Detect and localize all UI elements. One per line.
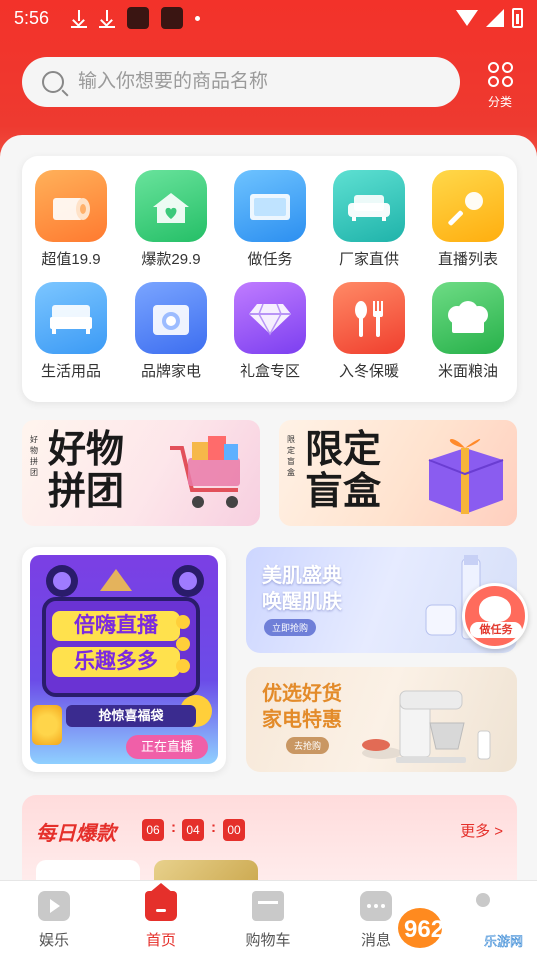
blind-box-line1: 限定 bbox=[305, 427, 382, 471]
coin-stack-icon bbox=[32, 705, 62, 745]
nav-item-entertainment[interactable]: 娱乐 bbox=[19, 891, 89, 950]
nav-label: 购物车 bbox=[245, 932, 291, 949]
task-label: 做任务 bbox=[470, 622, 522, 638]
beauty-promo-button[interactable]: 立即抢购 bbox=[264, 619, 317, 636]
grid-item-3[interactable]: 厂家直供 bbox=[324, 170, 414, 269]
more-notifications-icon bbox=[195, 15, 201, 21]
site-watermark-logo: 962.NET 乐游网 bbox=[398, 908, 523, 950]
speaker-icon bbox=[46, 565, 204, 597]
appliance-promo-line1: 优选好货 bbox=[262, 683, 342, 705]
grid-label: 做任务 bbox=[247, 251, 293, 268]
nav-label: 娱乐 bbox=[38, 932, 69, 949]
appliance-promo-button[interactable]: 去抢购 bbox=[286, 737, 330, 754]
cart-icon bbox=[252, 891, 284, 921]
appliance-promo-line2: 家电特惠 bbox=[262, 709, 342, 731]
grid-item-1[interactable]: 爆款29.9 bbox=[126, 170, 216, 269]
download-icon bbox=[99, 8, 116, 28]
blind-box-banner[interactable]: 限定盲盒 限定 盲盒 bbox=[279, 420, 517, 526]
live-title: 倍嗨直播 bbox=[52, 611, 180, 641]
grid-label: 直播列表 bbox=[437, 251, 498, 268]
grid-label: 品牌家电 bbox=[140, 363, 201, 380]
stand-mixer-illustration bbox=[362, 690, 491, 763]
shopping-cart-illustration bbox=[170, 436, 240, 508]
app-notification-icon bbox=[161, 7, 184, 29]
live-stream-card[interactable]: 倍嗨直播 乐趣多多 抢惊喜福袋 正在直播 bbox=[22, 547, 226, 772]
countdown-minutes: 04 bbox=[182, 819, 204, 841]
sofa-icon bbox=[333, 170, 405, 242]
countdown-seconds: 00 bbox=[223, 819, 245, 841]
task-float-button[interactable]: 做任务 bbox=[462, 583, 528, 649]
bed-icon bbox=[35, 282, 107, 354]
grid-label: 礼盒专区 bbox=[239, 363, 300, 380]
countdown-hours: 06 bbox=[142, 819, 164, 841]
diamond-icon bbox=[234, 282, 306, 354]
watermark-sub: 乐游网 bbox=[484, 935, 523, 950]
search-bar[interactable] bbox=[22, 57, 460, 107]
tv-frame: 倍嗨直播 乐趣多多 bbox=[42, 597, 200, 697]
tv-icon bbox=[234, 170, 306, 242]
live-badge[interactable]: 正在直播 bbox=[126, 735, 208, 759]
category-label: 分类 bbox=[487, 95, 512, 109]
grid-item-5[interactable]: 生活用品 bbox=[26, 282, 116, 381]
tv-knob-icon bbox=[176, 659, 190, 673]
home-icon bbox=[145, 883, 177, 921]
countdown-sep: : bbox=[171, 819, 176, 836]
search-icon bbox=[42, 71, 64, 93]
grid-item-7[interactable]: 礼盒专区 bbox=[225, 282, 315, 381]
cat-mascot-icon bbox=[479, 596, 511, 622]
blind-box-line2: 盲盒 bbox=[305, 469, 382, 513]
grid-label: 生活用品 bbox=[40, 363, 101, 380]
beauty-promo-line2: 唤醒肌肤 bbox=[262, 591, 342, 613]
tv-knob-icon bbox=[176, 615, 190, 629]
grid-label: 厂家直供 bbox=[338, 251, 399, 268]
group-buy-tag: 好物拼团 bbox=[30, 435, 38, 477]
live-ribbon: 抢惊喜福袋 bbox=[66, 705, 196, 727]
house-heart-icon bbox=[135, 170, 207, 242]
tv-knob-icon bbox=[176, 637, 190, 651]
wifi-icon bbox=[456, 10, 478, 26]
grid-label: 爆款29.9 bbox=[141, 251, 201, 268]
countdown-sep: : bbox=[211, 819, 216, 836]
nav-label: 首页 bbox=[145, 932, 176, 949]
live-stream-poster: 倍嗨直播 乐趣多多 抢惊喜福袋 正在直播 bbox=[30, 555, 218, 764]
signal-icon bbox=[486, 9, 504, 27]
grid-label: 米面粮油 bbox=[437, 363, 498, 380]
grid-item-0[interactable]: 超值19.9 bbox=[26, 170, 116, 269]
nav-item-cart[interactable]: 购物车 bbox=[233, 891, 303, 950]
grid-item-6[interactable]: 品牌家电 bbox=[126, 282, 216, 381]
grid-label: 超值19.9 bbox=[41, 251, 101, 268]
nav-item-home[interactable]: 首页 bbox=[126, 883, 196, 950]
battery-icon bbox=[512, 8, 523, 28]
category-button[interactable]: 分类 bbox=[478, 60, 522, 112]
microphone-icon bbox=[432, 170, 504, 242]
tissue-roll-icon bbox=[35, 170, 107, 242]
gift-box-illustration bbox=[428, 439, 504, 514]
download-icon bbox=[71, 8, 88, 28]
group-buy-line1: 好物 bbox=[48, 427, 125, 471]
category-grid: 超值19.9 爆款29.9 做任务 厂家直供 直播列表 生活用品 品牌家电 礼盒… bbox=[22, 156, 517, 402]
grid-item-4[interactable]: 直播列表 bbox=[423, 170, 513, 269]
beauty-promo-line1: 美肌盛典 bbox=[262, 565, 342, 587]
group-buy-banner[interactable]: 好物拼团 好物 拼团 bbox=[22, 420, 260, 526]
daily-title: 每日爆款 bbox=[36, 823, 116, 845]
more-link[interactable]: 更多 > bbox=[460, 820, 503, 841]
category-icon bbox=[478, 62, 522, 87]
grid-item-2[interactable]: 做任务 bbox=[225, 170, 315, 269]
grid-label: 入冬保暖 bbox=[338, 363, 399, 380]
search-input[interactable] bbox=[78, 71, 438, 93]
app-notification-icon bbox=[127, 7, 150, 29]
grid-item-8[interactable]: 入冬保暖 bbox=[324, 282, 414, 381]
message-icon bbox=[360, 891, 392, 921]
grid-item-9[interactable]: 米面粮油 bbox=[423, 282, 513, 381]
utensils-icon bbox=[333, 282, 405, 354]
chef-hat-icon bbox=[432, 282, 504, 354]
play-icon bbox=[38, 891, 70, 921]
group-buy-line2: 拼团 bbox=[48, 469, 125, 513]
live-subtitle: 乐趣多多 bbox=[52, 647, 180, 677]
appliance-promo-card[interactable]: 优选好货 家电特惠 去抢购 bbox=[246, 667, 517, 772]
camera-icon bbox=[135, 282, 207, 354]
status-bar: 5:56 bbox=[0, 0, 537, 36]
status-time: 5:56 bbox=[14, 7, 50, 28]
blind-box-tag: 限定盲盒 bbox=[287, 435, 295, 477]
